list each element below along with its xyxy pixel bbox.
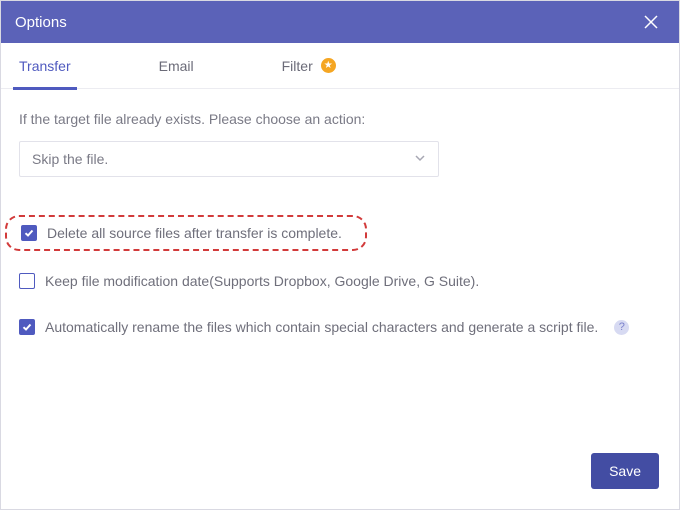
tab-email[interactable]: Email bbox=[153, 43, 200, 89]
chevron-down-icon bbox=[414, 151, 426, 167]
checkbox-auto-rename[interactable] bbox=[19, 319, 35, 335]
option-auto-rename: Automatically rename the files which con… bbox=[19, 319, 661, 335]
tab-bar: Transfer Email Filter ★ bbox=[1, 43, 679, 89]
checkbox-keep-mtime[interactable] bbox=[19, 273, 35, 289]
close-icon bbox=[644, 15, 658, 29]
help-icon[interactable]: ? bbox=[614, 320, 629, 335]
checkbox-delete-source[interactable] bbox=[21, 225, 37, 241]
tab-transfer[interactable]: Transfer bbox=[13, 43, 77, 89]
footer: Save bbox=[1, 453, 679, 509]
option-label: Delete all source files after transfer i… bbox=[47, 225, 342, 241]
options-modal: Options Transfer Email Filter ★ If the t… bbox=[0, 0, 680, 510]
option-delete-source: Delete all source files after transfer i… bbox=[7, 225, 342, 241]
option-label: Keep file modification date(Supports Dro… bbox=[45, 273, 479, 289]
titlebar: Options bbox=[1, 1, 679, 43]
close-button[interactable] bbox=[637, 8, 665, 36]
select-value: Skip the file. bbox=[32, 151, 108, 167]
exists-action-select[interactable]: Skip the file. bbox=[19, 141, 439, 177]
modal-title: Options bbox=[15, 14, 67, 31]
save-button[interactable]: Save bbox=[591, 453, 659, 489]
star-icon: ★ bbox=[321, 58, 336, 73]
tab-filter[interactable]: Filter ★ bbox=[276, 43, 342, 89]
tab-label: Email bbox=[159, 58, 194, 74]
option-label: Automatically rename the files which con… bbox=[45, 319, 598, 335]
option-keep-mtime: Keep file modification date(Supports Dro… bbox=[19, 273, 661, 289]
exists-prompt: If the target file already exists. Pleas… bbox=[19, 111, 661, 127]
tab-label: Transfer bbox=[19, 58, 71, 74]
highlight-delete-source: Delete all source files after transfer i… bbox=[5, 215, 367, 251]
tab-label: Filter bbox=[282, 58, 313, 74]
tab-content: If the target file already exists. Pleas… bbox=[1, 89, 679, 453]
